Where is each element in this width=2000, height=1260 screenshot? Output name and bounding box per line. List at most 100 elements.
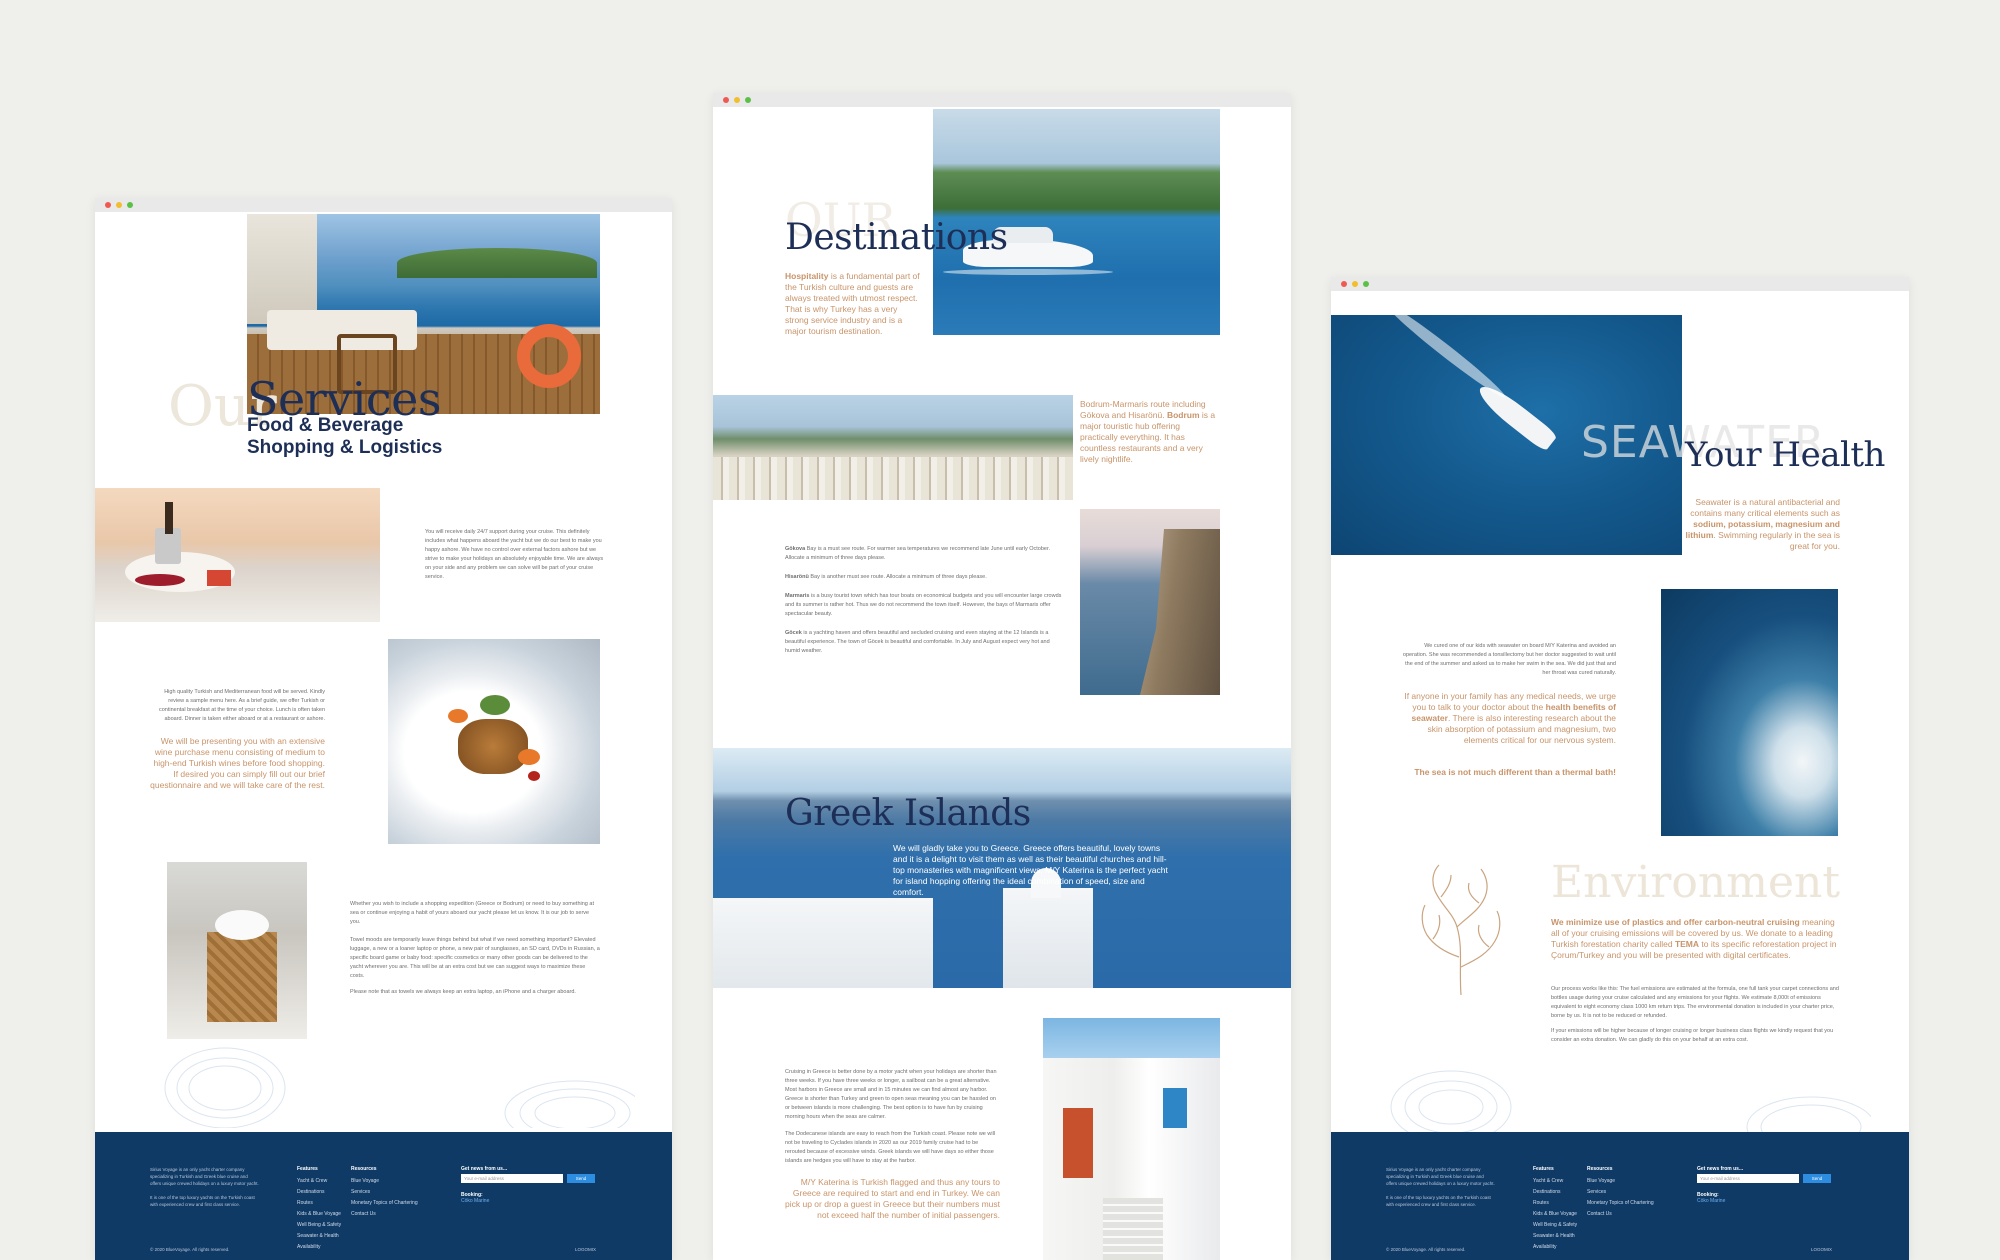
footer-link[interactable]: Yacht & Crew (297, 1176, 341, 1187)
champagne-table-photo (95, 488, 380, 622)
env-tema: TEMA (1674, 939, 1700, 949)
health-intro-2: . Swimming regularly in the sea is great… (1713, 530, 1840, 551)
minimize-dot-icon[interactable] (116, 202, 122, 208)
footer-credit: LOGOMIX (1811, 1247, 1833, 1252)
footer: Sirius Voyage is an only yacht charter c… (1331, 1132, 1909, 1260)
environment-title: Environment (1551, 857, 1841, 908)
footer-resources-head: Resources (1587, 1166, 1613, 1172)
your-health-title: Your Health (1685, 435, 1885, 475)
food-beverage-subtitle: Food & Beverage (247, 415, 404, 436)
footer-email-input[interactable]: Your e-mail address (1697, 1174, 1799, 1183)
shopping-logistics-subtitle: Shopping & Logistics (247, 437, 443, 458)
medical-text: If anyone in your family has any medical… (1401, 691, 1616, 746)
footer-copyright: © 2020 BlueVoyage. All rights reserved. (150, 1247, 230, 1252)
hisaronu-text: Bay is another must see route. Allocate … (808, 574, 987, 580)
footer-link[interactable]: Seawater & Health (1533, 1231, 1577, 1242)
footer-link[interactable]: Monetary Topics of Chartering (1587, 1198, 1654, 1209)
towel-basket-photo (167, 862, 307, 1039)
maximize-dot-icon[interactable] (127, 202, 133, 208)
footer-news-head: Get news from us... (461, 1166, 508, 1172)
footer-booking-link[interactable]: Cöko Marine (1697, 1196, 1725, 1207)
footer-send-button[interactable]: Send (567, 1174, 595, 1183)
footer-about-1: Sirius Voyage is an only yacht charter c… (1386, 1167, 1495, 1186)
footer-about-2: It is one of the top luxury yachts on th… (1386, 1195, 1491, 1207)
close-dot-icon[interactable] (105, 202, 111, 208)
footer-link[interactable]: Monetary Topics of Chartering (351, 1198, 418, 1209)
window-health: SEAWATER Your Health Seawater is a natur… (1331, 277, 1909, 1260)
greek-islands-title: Greek Islands (785, 793, 1031, 834)
footer-link[interactable]: Blue Voyage (351, 1176, 418, 1187)
bodrum-town-photo (713, 395, 1073, 500)
close-dot-icon[interactable] (723, 97, 729, 103)
footer-link[interactable]: Well Being & Safety (297, 1220, 341, 1231)
footer-features-list: Yacht & Crew Destinations Routes Kids & … (297, 1176, 341, 1253)
footer-send-button[interactable]: Send (1803, 1174, 1831, 1183)
katerina-text: M/Y Katerina is Turkish flagged and thus… (785, 1177, 1000, 1220)
footer-link[interactable]: Contact Us (351, 1209, 418, 1220)
thermal-bath-text: The sea is not much different than a the… (1414, 767, 1616, 777)
gourmet-plate-photo (388, 639, 600, 844)
coastal-cliff-photo (1080, 509, 1220, 695)
env-bold: We minimize use of plastics and offer ca… (1551, 917, 1800, 927)
ocean-wave-photo (1661, 589, 1838, 836)
window-chrome (713, 93, 1291, 107)
gocek-text: is a yachting haven and offers beautiful… (785, 630, 1050, 654)
footer-link[interactable]: Routes (297, 1198, 341, 1209)
footer-copyright: © 2020 BlueVoyage. All rights reserved. (1386, 1247, 1466, 1252)
footer-link[interactable]: Services (351, 1187, 418, 1198)
footer-link[interactable]: Availability (297, 1242, 341, 1253)
greece-text-1: Cruising in Greece is better done by a m… (785, 1069, 997, 1120)
footer-link[interactable]: Seawater & Health (297, 1231, 341, 1242)
footer-features-head: Features (1533, 1166, 1554, 1172)
footer-credit: LOGOMIX (575, 1247, 597, 1252)
maximize-dot-icon[interactable] (1363, 281, 1369, 287)
footer-resources-head: Resources (351, 1166, 377, 1172)
footer-link[interactable]: Routes (1533, 1198, 1577, 1209)
gocek-label: Göcek (785, 630, 802, 636)
bodrum-text: Bodrum-Marmaris route including Gökova a… (1080, 399, 1220, 465)
health-intro-text: Seawater is a natural antibacterial and … (1685, 497, 1840, 552)
footer-link[interactable]: Well Being & Safety (1533, 1220, 1577, 1231)
footer-resources-list: Blue Voyage Services Monetary Topics of … (1587, 1176, 1654, 1220)
bodrum-bold: Bodrum (1166, 410, 1200, 420)
footer-link[interactable]: Kids & Blue Voyage (1533, 1209, 1577, 1220)
footer-link[interactable]: Contact Us (1587, 1209, 1654, 1220)
footer-link[interactable]: Availability (1533, 1242, 1577, 1253)
footer: Sirius Voyage is an only yacht charter c… (95, 1132, 672, 1260)
minimize-dot-icon[interactable] (1352, 281, 1358, 287)
footer-about-1: Sirius Voyage is an only yacht charter c… (150, 1167, 259, 1186)
footer-link[interactable]: Destinations (297, 1187, 341, 1198)
footer-link[interactable]: Blue Voyage (1587, 1176, 1654, 1187)
env-body-1: Our process works like this: The fuel em… (1551, 986, 1839, 1019)
shopping-text-2: Towel moods are temporarily leave things… (350, 937, 600, 979)
hospitality-bold: Hospitality (785, 271, 829, 281)
footer-booking-link[interactable]: Cöko Marine (461, 1196, 489, 1207)
footer-email-input[interactable]: Your e-mail address (461, 1174, 563, 1183)
minimize-dot-icon[interactable] (734, 97, 740, 103)
maximize-dot-icon[interactable] (745, 97, 751, 103)
footer-news-head: Get news from us... (1697, 1166, 1744, 1172)
window-destinations: OUR Destinations Hospitality is a fundam… (713, 93, 1291, 1260)
shopping-text-1: Whether you wish to include a shopping e… (350, 901, 594, 925)
environment-text: We minimize use of plastics and offer ca… (1551, 917, 1841, 961)
close-dot-icon[interactable] (1341, 281, 1347, 287)
footer-link[interactable]: Destinations (1533, 1187, 1577, 1198)
greek-alley-photo (1043, 1018, 1220, 1260)
medical-text-2: . There is also interesting research abo… (1427, 713, 1616, 745)
coral-illustration-icon (1421, 864, 1501, 996)
footer-features-head: Features (297, 1166, 318, 1172)
footer-link[interactable]: Yacht & Crew (1533, 1176, 1577, 1187)
marmaris-text: is a busy tourist town which has tour bo… (785, 593, 1062, 617)
wine-text: We will be presenting you with an extens… (150, 736, 325, 790)
support-text: You will receive daily 24/7 support duri… (425, 529, 604, 580)
footer-link[interactable]: Services (1587, 1187, 1654, 1198)
doctor-text: We cured one of our kids with seawater o… (1402, 643, 1616, 676)
window-chrome (1331, 277, 1909, 291)
footer-link[interactable]: Kids & Blue Voyage (297, 1209, 341, 1220)
topography-decoration-icon (164, 1047, 635, 1128)
marmaris-label: Marmaris (785, 593, 810, 599)
footer-resources-list: Blue Voyage Services Monetary Topics of … (351, 1176, 418, 1220)
routes-text: Gökova Bay is a must see route. For warm… (785, 545, 1065, 656)
footer-about-2: It is one of the top luxury yachts on th… (150, 1195, 255, 1207)
food-text: High quality Turkish and Mediterranean f… (158, 689, 325, 722)
